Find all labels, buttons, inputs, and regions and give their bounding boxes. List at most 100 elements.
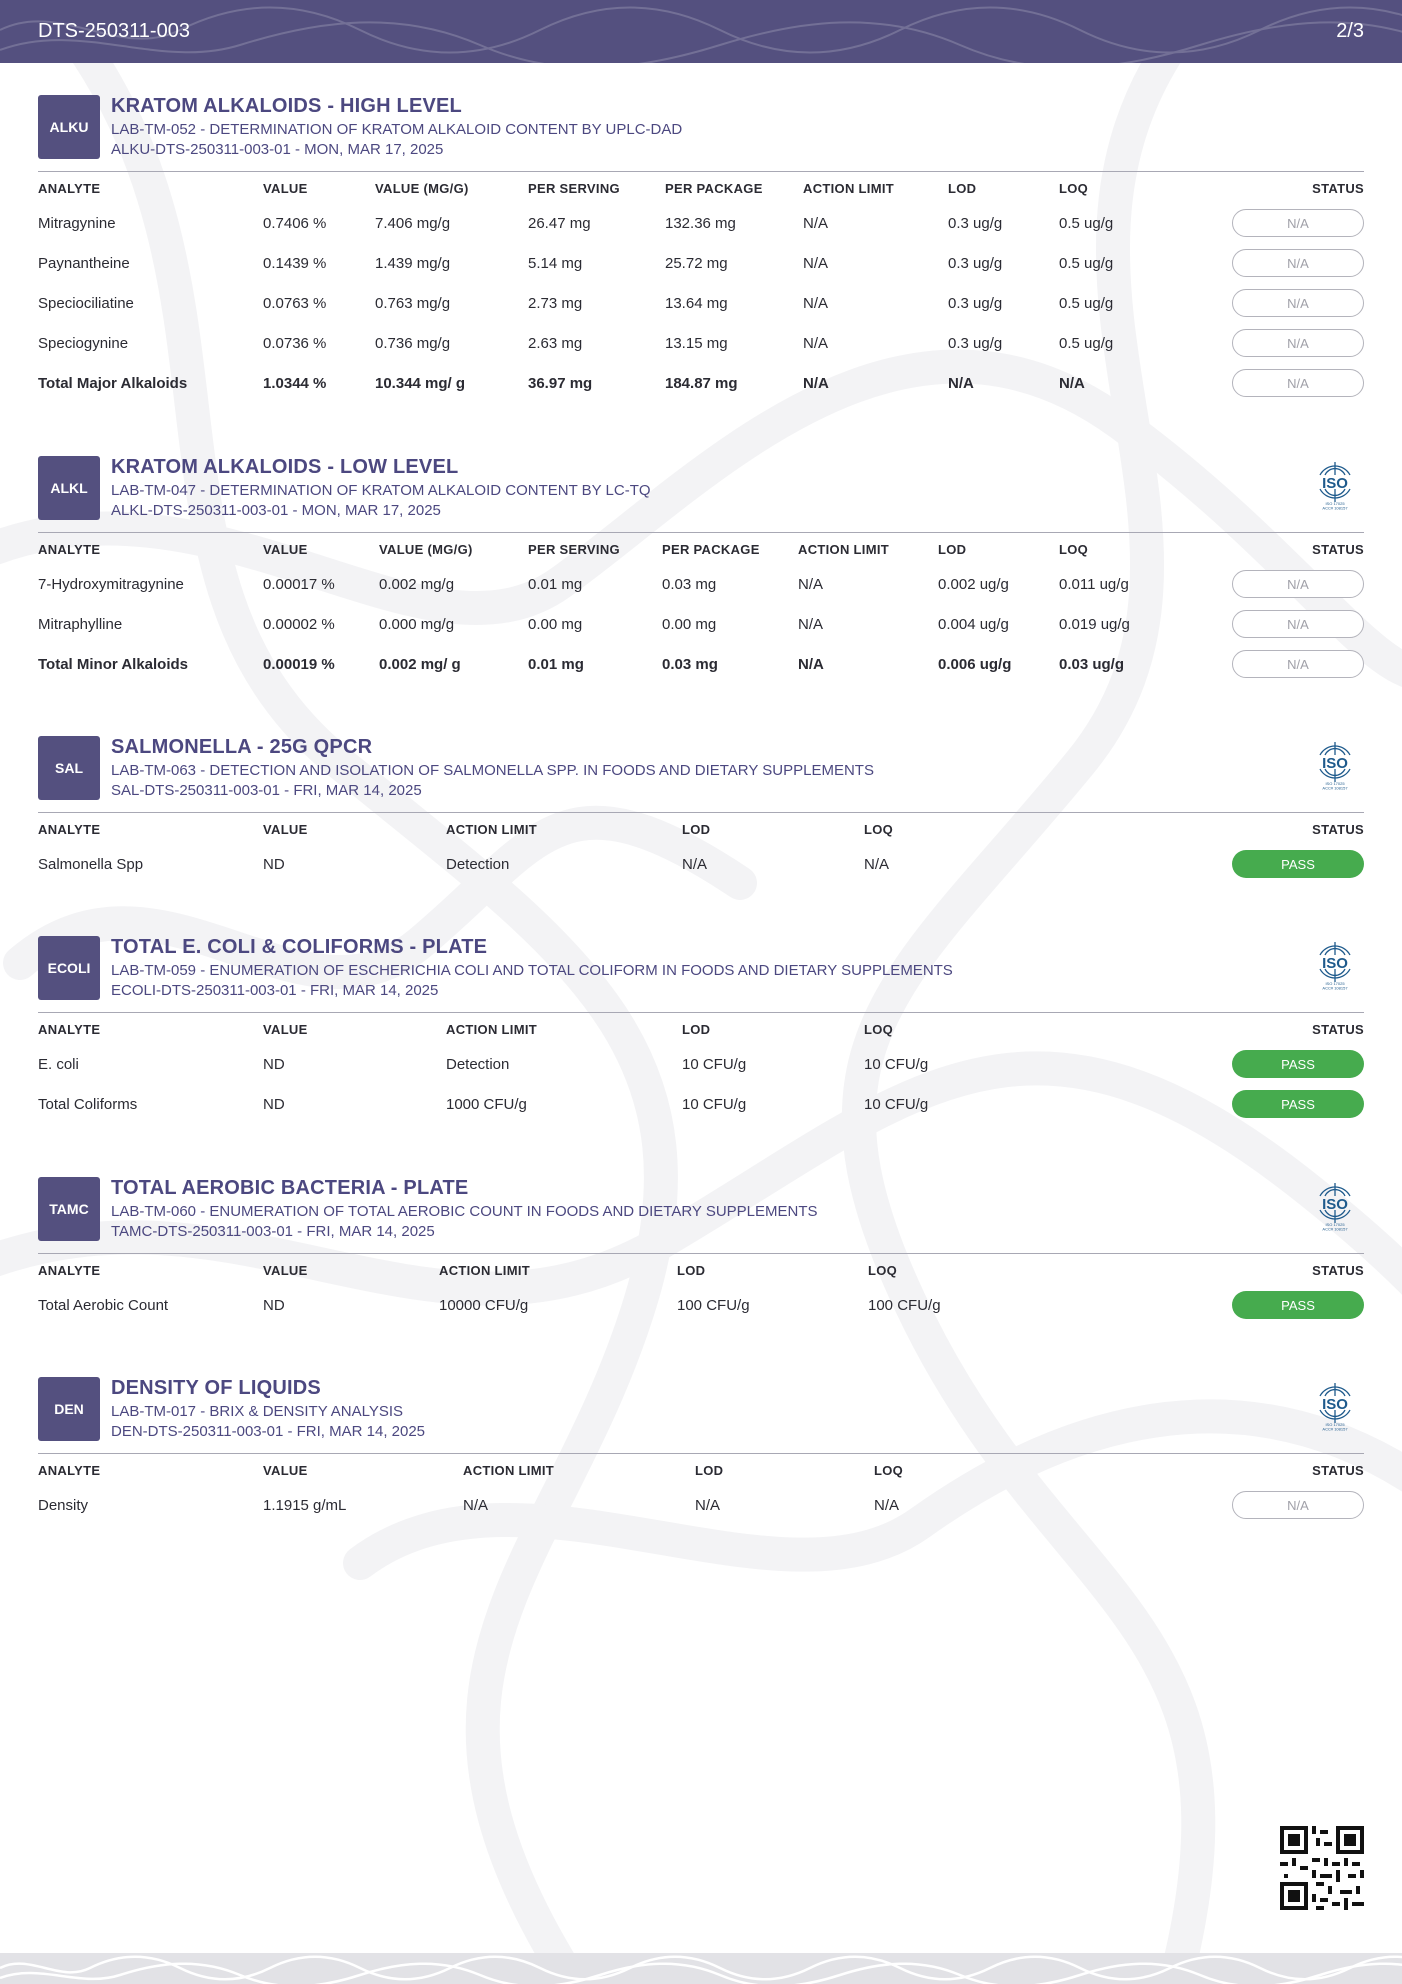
cell-loq: 0.5 ug/g [1059, 254, 1114, 272]
column-header-action-limit: ACTION LIMIT [439, 1262, 530, 1278]
page-number: 2/3 [1336, 20, 1364, 42]
cell-lod: 0.3 ug/g [948, 334, 1003, 352]
table-row: 7-Hydroxymitragynine 0.00017 % 0.002 mg/g 0… [38, 564, 1364, 604]
status-badge: N/A [1232, 369, 1364, 397]
cell-loq: 0.019 ug/g [1059, 615, 1130, 633]
sample-line: SAL-DTS-250311-003-01 - FRI, MAR 14, 202… [111, 782, 422, 799]
section-title: TOTAL E. COLI & COLIFORMS - PLATE [111, 936, 488, 958]
cell-status: N/A [1232, 644, 1364, 684]
column-header-analyte: ANALYTE [38, 180, 101, 196]
cell-action-limit: N/A [463, 1496, 489, 1514]
section-alkl: ALKL KRATOM ALKALOIDS - LOW LEVEL LAB-TM-0… [38, 456, 1364, 684]
table-header-row: ANALYTE VALUE VALUE (MG/G) PER SERVING PER P… [38, 173, 1364, 203]
table-total-row: Total Minor Alkaloids 0.00019 % 0.002 mg/ … [38, 644, 1364, 684]
column-header-analyte: ANALYTE [38, 821, 101, 837]
cell-value: 0.00019 % [263, 655, 335, 673]
cell-action-limit: N/A [803, 294, 829, 312]
table-row: Paynantheine 0.1439 % 1.439 mg/g 5.14 mg 25.… [38, 243, 1364, 283]
footer-pattern [0, 1955, 1402, 1984]
table-header-row: ANALYTE VALUE ACTION LIMIT LOD LOQ STATUS [38, 1014, 1364, 1044]
table-row: Salmonella Spp ND Detection N/A N/A PASS [38, 844, 1364, 884]
cell-lod: 10 CFU/g [682, 1055, 747, 1073]
cell-status: N/A [1232, 323, 1364, 363]
section-header: ECOLI TOTAL E. COLI & COLIFORMS - PLATE LA… [38, 936, 1364, 1014]
cell-per-serving: 0.01 mg [528, 575, 583, 593]
cell-status: PASS [1232, 844, 1364, 884]
section-header: SAL SALMONELLA - 25G QPCR LAB-TM-063 - DET… [38, 736, 1364, 814]
section-title: SALMONELLA - 25G QPCR [111, 736, 373, 758]
cell-analyte: Salmonella Spp [38, 855, 144, 873]
cell-value: ND [263, 1095, 285, 1113]
table-header-row: ANALYTE VALUE ACTION LIMIT LOD LOQ STATUS [38, 1255, 1364, 1285]
column-header-value: VALUE [263, 1462, 308, 1478]
cell-value: ND [263, 1055, 285, 1073]
cell-value-mg-g: 0.002 mg/ g [379, 655, 461, 673]
method-line: LAB-TM-052 - DETERMINATION OF KRATOM ALK… [111, 121, 683, 138]
cell-per-package: 13.64 mg [665, 294, 728, 312]
column-header-analyte: ANALYTE [38, 1262, 101, 1278]
cell-action-limit: N/A [803, 214, 829, 232]
section-header: DEN DENSITY OF LIQUIDS LAB-TM-017 - BRIX &… [38, 1377, 1364, 1455]
results-table: ANALYTE VALUE ACTION LIMIT LOD LOQ STATUS Tota… [38, 1255, 1364, 1325]
cell-per-serving: 26.47 mg [528, 214, 591, 232]
column-header-value: VALUE [263, 180, 308, 196]
cell-value: 0.0763 % [263, 294, 327, 312]
cell-per-serving: 0.01 mg [528, 655, 584, 673]
column-header-lod: LOD [682, 821, 711, 837]
section-header: TAMC TOTAL AEROBIC BACTERIA - PLATE LAB-TM… [38, 1177, 1364, 1255]
cell-per-package: 13.15 mg [665, 334, 728, 352]
svg-text:ISO: ISO [1322, 755, 1348, 772]
cell-loq: 0.011 ug/g [1059, 575, 1129, 593]
cell-analyte: Mitragynine [38, 214, 116, 232]
cell-action-limit: N/A [798, 575, 824, 593]
cell-value: 1.1915 g/mL [263, 1496, 347, 1514]
cell-action-limit: Detection [446, 1055, 510, 1073]
method-line: LAB-TM-017 - BRIX & DENSITY ANALYSIS [111, 1403, 404, 1420]
cell-loq: 100 CFU/g [868, 1296, 941, 1314]
cell-action-limit: N/A [803, 374, 829, 392]
column-header-action-limit: ACTION LIMIT [798, 541, 889, 557]
cell-value-mg-g: 0.763 mg/g [375, 294, 451, 312]
section-tamc: TAMC TOTAL AEROBIC BACTERIA - PLATE LAB-TM… [38, 1177, 1364, 1325]
section-code-badge: ALKU [38, 95, 100, 159]
column-header-value: VALUE [263, 541, 308, 557]
cell-value: 1.0344 % [263, 374, 327, 392]
column-header-action-limit: ACTION LIMIT [446, 821, 537, 837]
column-header-analyte: ANALYTE [38, 1462, 101, 1478]
cell-per-package: 0.00 mg [662, 615, 717, 633]
section-divider [38, 1453, 1364, 1454]
section-alku: ALKU KRATOM ALKALOIDS - HIGH LEVEL LAB-TM-… [38, 95, 1364, 403]
iso-accreditation-icon: ISOISO 17025ACC# 108157 [1319, 1183, 1351, 1232]
section-divider [38, 1253, 1364, 1254]
cell-action-limit: 10000 CFU/g [439, 1296, 529, 1314]
status-badge: N/A [1232, 209, 1364, 237]
status-badge: N/A [1232, 249, 1364, 277]
cell-analyte: Speciociliatine [38, 294, 134, 312]
section-code-badge: ALKL [38, 456, 100, 520]
cell-value-mg-g: 1.439 mg/g [375, 254, 451, 272]
top-header-bar: DTS-250311-003 2/3 [0, 0, 1402, 63]
cell-analyte: Total Major Alkaloids [38, 374, 188, 392]
section-divider [38, 532, 1364, 533]
column-header-per-serving: PER SERVING [528, 541, 620, 557]
section-code-badge: ECOLI [38, 936, 100, 1000]
cell-lod: 0.3 ug/g [948, 294, 1003, 312]
cell-lod: 0.3 ug/g [948, 254, 1003, 272]
svg-text:ISO: ISO [1322, 475, 1348, 492]
cell-status: N/A [1232, 564, 1364, 604]
cell-per-package: 132.36 mg [665, 214, 736, 232]
column-header-analyte: ANALYTE [38, 1021, 101, 1037]
column-header-value-mg-g: VALUE (MG/G) [375, 180, 469, 196]
table-row: Speciociliatine 0.0763 % 0.763 mg/g 2.73 mg… [38, 283, 1364, 323]
column-header-per-serving: PER SERVING [528, 180, 620, 196]
cell-analyte: E. coli [38, 1055, 79, 1073]
table-total-row: Total Major Alkaloids 1.0344 % 10.344 mg/ … [38, 363, 1364, 403]
status-badge: N/A [1232, 1491, 1364, 1519]
cell-status: PASS [1232, 1084, 1364, 1124]
cell-status: N/A [1232, 243, 1364, 283]
cell-loq: 10 CFU/g [864, 1055, 929, 1073]
footer-pattern-band [0, 1953, 1402, 1984]
cell-per-serving: 36.97 mg [528, 374, 593, 392]
svg-text:ACC# 108157: ACC# 108157 [1322, 1227, 1348, 1232]
sample-line: DEN-DTS-250311-003-01 - FRI, MAR 14, 202… [111, 1423, 426, 1440]
